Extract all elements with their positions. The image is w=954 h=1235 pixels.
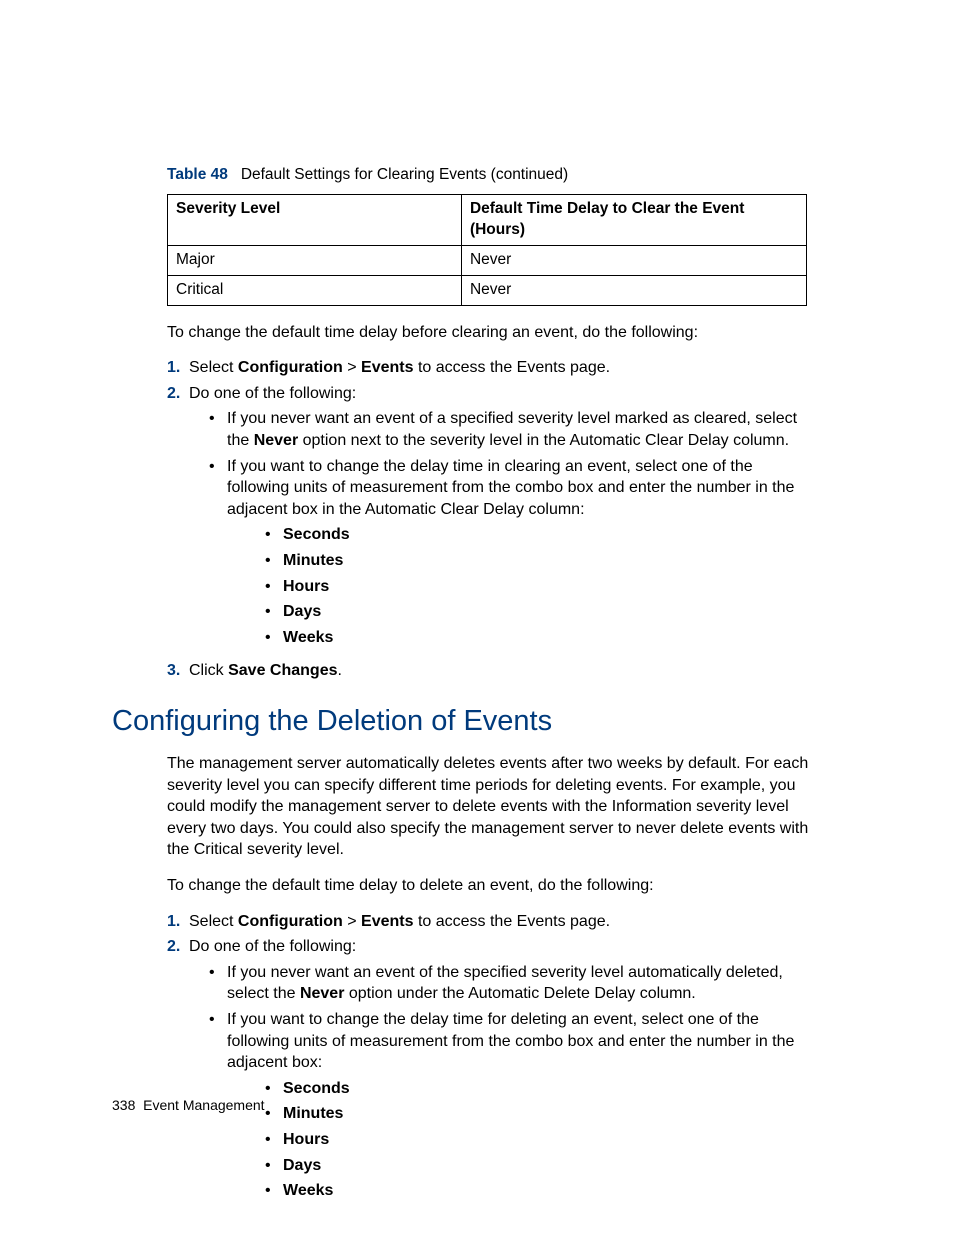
- unit: Days: [283, 1155, 321, 1177]
- list-item: •Weeks: [265, 1180, 819, 1202]
- list-item: •Minutes: [265, 550, 819, 572]
- list-item: 3. Click Save Changes.: [167, 660, 819, 682]
- bullet-icon: •: [265, 601, 283, 623]
- emphasis: Events: [361, 913, 413, 930]
- text: to access the Events page.: [414, 359, 611, 376]
- cell-delay: Never: [461, 275, 806, 305]
- unit: Weeks: [283, 1180, 333, 1202]
- list-item: •Hours: [265, 576, 819, 598]
- bullet-icon: •: [265, 550, 283, 572]
- unit: Minutes: [283, 550, 343, 572]
- unit: Seconds: [283, 524, 350, 546]
- step-number: 1.: [167, 357, 189, 379]
- clear-options-list: • If you never want an event of a specif…: [189, 408, 819, 652]
- list-item: •Seconds: [265, 524, 819, 546]
- table-caption-label: Table 48: [167, 166, 228, 183]
- default-settings-table: Severity Level Default Time Delay to Cle…: [167, 194, 807, 306]
- text: Select: [189, 913, 238, 930]
- footer-section: Event Management: [143, 1097, 264, 1113]
- text: .: [338, 662, 342, 679]
- step-text: Select Configuration > Events to access …: [189, 357, 819, 379]
- unit: Minutes: [283, 1103, 343, 1125]
- table-header-severity: Severity Level: [168, 194, 462, 245]
- cell-delay: Never: [461, 245, 806, 275]
- clear-units-list: •Seconds •Minutes •Hours •Days •Weeks: [227, 524, 819, 648]
- delete-units-list: •Seconds •Minutes •Hours •Days •Weeks: [227, 1078, 819, 1202]
- step-text: Select Configuration > Events to access …: [189, 911, 819, 933]
- text: option next to the severity level in the…: [298, 432, 789, 449]
- list-item: •Minutes: [265, 1103, 819, 1125]
- table-header-delay: Default Time Delay to Clear the Event (H…: [461, 194, 806, 245]
- step-number: 2.: [167, 383, 189, 657]
- page-footer: 338 Event Management: [112, 1096, 265, 1115]
- delete-para: The management server automatically dele…: [167, 753, 819, 861]
- text: Click: [189, 662, 228, 679]
- emphasis: Save Changes: [228, 662, 337, 679]
- option-text: If you never want an event of the specif…: [227, 962, 819, 1005]
- table-row: Major Never: [168, 245, 807, 275]
- cell-severity: Critical: [168, 275, 462, 305]
- emphasis: Events: [361, 359, 413, 376]
- page-number: 338: [112, 1097, 135, 1113]
- list-item: •Days: [265, 601, 819, 623]
- list-item: 2. Do one of the following: • If you nev…: [167, 936, 819, 1210]
- option-text: If you want to change the delay time in …: [227, 458, 794, 518]
- list-item: •Seconds: [265, 1078, 819, 1100]
- list-item: 2. Do one of the following: • If you nev…: [167, 383, 819, 657]
- list-item: 1. Select Configuration > Events to acce…: [167, 911, 819, 933]
- list-item: •Weeks: [265, 627, 819, 649]
- step-number: 3.: [167, 660, 189, 682]
- delete-intro: To change the default time delay to dele…: [167, 875, 819, 897]
- table-caption-text: Default Settings for Clearing Events (co…: [241, 166, 568, 183]
- section-heading-deletion: Configuring the Deletion of Events: [112, 702, 819, 741]
- option-text: If you want to change the delay time for…: [227, 1011, 794, 1071]
- bullet-icon: •: [209, 456, 227, 653]
- text: option under the Automatic Delete Delay …: [344, 985, 695, 1002]
- option-text: If you never want an event of a specifie…: [227, 408, 819, 451]
- bullet-icon: •: [209, 962, 227, 1005]
- text: >: [343, 359, 361, 376]
- emphasis: Configuration: [238, 359, 343, 376]
- unit: Hours: [283, 576, 329, 598]
- list-item: •Days: [265, 1155, 819, 1177]
- step-text: Click Save Changes.: [189, 660, 819, 682]
- step-text: Do one of the following:: [189, 385, 356, 402]
- delete-steps-list: 1. Select Configuration > Events to acce…: [167, 911, 819, 1210]
- list-item: • If you never want an event of the spec…: [209, 962, 819, 1005]
- bullet-icon: •: [265, 576, 283, 598]
- bullet-icon: •: [265, 524, 283, 546]
- bullet-icon: •: [265, 1103, 283, 1125]
- clear-steps-list: 1. Select Configuration > Events to acce…: [167, 357, 819, 682]
- list-item: • If you want to change the delay time f…: [209, 1009, 819, 1206]
- bullet-icon: •: [265, 1078, 283, 1100]
- text: to access the Events page.: [414, 913, 611, 930]
- bullet-icon: •: [209, 408, 227, 451]
- unit: Seconds: [283, 1078, 350, 1100]
- text: >: [343, 913, 361, 930]
- emphasis: Never: [300, 985, 344, 1002]
- step-text: Do one of the following:: [189, 938, 356, 955]
- step-number: 1.: [167, 911, 189, 933]
- cell-severity: Major: [168, 245, 462, 275]
- bullet-icon: •: [265, 1155, 283, 1177]
- table-row: Critical Never: [168, 275, 807, 305]
- bullet-icon: •: [265, 1129, 283, 1151]
- emphasis: Configuration: [238, 913, 343, 930]
- list-item: •Hours: [265, 1129, 819, 1151]
- unit: Hours: [283, 1129, 329, 1151]
- delete-options-list: • If you never want an event of the spec…: [189, 962, 819, 1206]
- unit: Days: [283, 601, 321, 623]
- text: Select: [189, 359, 238, 376]
- table-caption: Table 48 Default Settings for Clearing E…: [167, 165, 819, 186]
- unit: Weeks: [283, 627, 333, 649]
- bullet-icon: •: [265, 627, 283, 649]
- list-item: 1. Select Configuration > Events to acce…: [167, 357, 819, 379]
- step-number: 2.: [167, 936, 189, 1210]
- emphasis: Never: [254, 432, 298, 449]
- list-item: • If you want to change the delay time i…: [209, 456, 819, 653]
- list-item: • If you never want an event of a specif…: [209, 408, 819, 451]
- bullet-icon: •: [265, 1180, 283, 1202]
- clear-intro: To change the default time delay before …: [167, 322, 819, 344]
